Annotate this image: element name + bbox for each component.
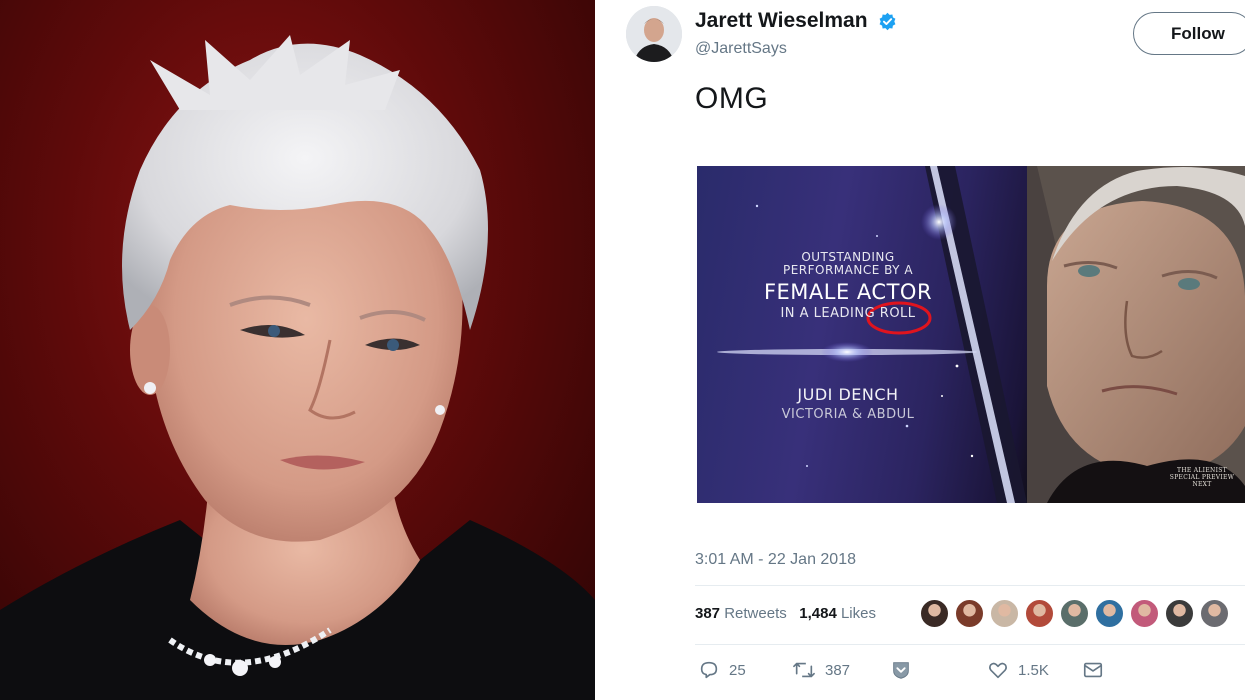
tweet-stats: 387 Retweets 1,484 Likes: [695, 605, 876, 622]
film-title: VICTORIA & ABDUL: [781, 407, 915, 422]
avatar[interactable]: [626, 6, 682, 62]
award-line-3: FEMALE ACTOR: [763, 280, 933, 304]
display-name[interactable]: Jarett Wieselman: [695, 9, 868, 33]
media-background: [717, 166, 1245, 503]
reply-count: 25: [729, 661, 746, 679]
liker-avatar[interactable]: [955, 599, 984, 628]
like-count: 1.5K: [1018, 661, 1049, 679]
dm-heart-button[interactable]: [890, 659, 912, 681]
tweet-text: OMG: [695, 82, 769, 115]
retweet-icon: [793, 662, 815, 678]
like-button[interactable]: 1.5K: [987, 659, 1049, 681]
retweets-label[interactable]: Retweets: [724, 605, 787, 622]
liker-avatar[interactable]: [1200, 599, 1229, 628]
divider: [695, 644, 1245, 645]
message-button[interactable]: [1082, 659, 1104, 681]
reply-icon: [700, 661, 718, 679]
retweet-count: 387: [825, 661, 851, 679]
tweet-card: Jarett Wieselman @JarettSays Follow OMG: [595, 0, 1245, 700]
nominee-name: JUDI DENCH: [797, 385, 899, 404]
preview-line-1: THE ALIENIST: [1177, 467, 1227, 474]
liker-avatar[interactable]: [1060, 599, 1089, 628]
liker-avatar[interactable]: [1095, 599, 1124, 628]
likes-count[interactable]: 1,484: [799, 605, 837, 622]
liker-avatar[interactable]: [1025, 599, 1054, 628]
user-handle[interactable]: @JarettSays: [695, 40, 787, 58]
liker-avatar[interactable]: [1130, 599, 1159, 628]
award-line-1: OUTSTANDING: [801, 250, 895, 264]
liker-avatar[interactable]: [1165, 599, 1194, 628]
divider: [695, 585, 1245, 586]
tweet-media[interactable]: OUTSTANDING PERFORMANCE BY A FEMALE ACTO…: [697, 166, 1245, 503]
like-icon: [989, 662, 1007, 679]
dm-heart-icon: [893, 662, 909, 679]
verified-icon: [879, 12, 896, 31]
liker-avatar[interactable]: [920, 599, 949, 628]
award-line-2: PERFORMANCE BY A: [782, 263, 914, 277]
portrait-illustration: [0, 35, 595, 700]
likes-label[interactable]: Likes: [841, 605, 876, 622]
reply-button[interactable]: 25: [698, 659, 746, 681]
avatar-image: [626, 6, 682, 62]
preview-line-2: SPECIAL PREVIEW NEXT: [1169, 474, 1235, 488]
portrait-photo: [0, 0, 595, 700]
liker-avatar[interactable]: [990, 599, 1019, 628]
message-icon: [1083, 662, 1103, 678]
retweet-button[interactable]: 387: [792, 659, 850, 681]
award-line-4: IN A LEADING ROLL: [780, 306, 916, 321]
preview-badge: THE ALIENIST SPECIAL PREVIEW NEXT: [1167, 467, 1237, 488]
follow-button[interactable]: Follow: [1133, 12, 1245, 55]
retweets-count[interactable]: 387: [695, 605, 720, 622]
tweet-timestamp[interactable]: 3:01 AM - 22 Jan 2018: [695, 551, 856, 569]
